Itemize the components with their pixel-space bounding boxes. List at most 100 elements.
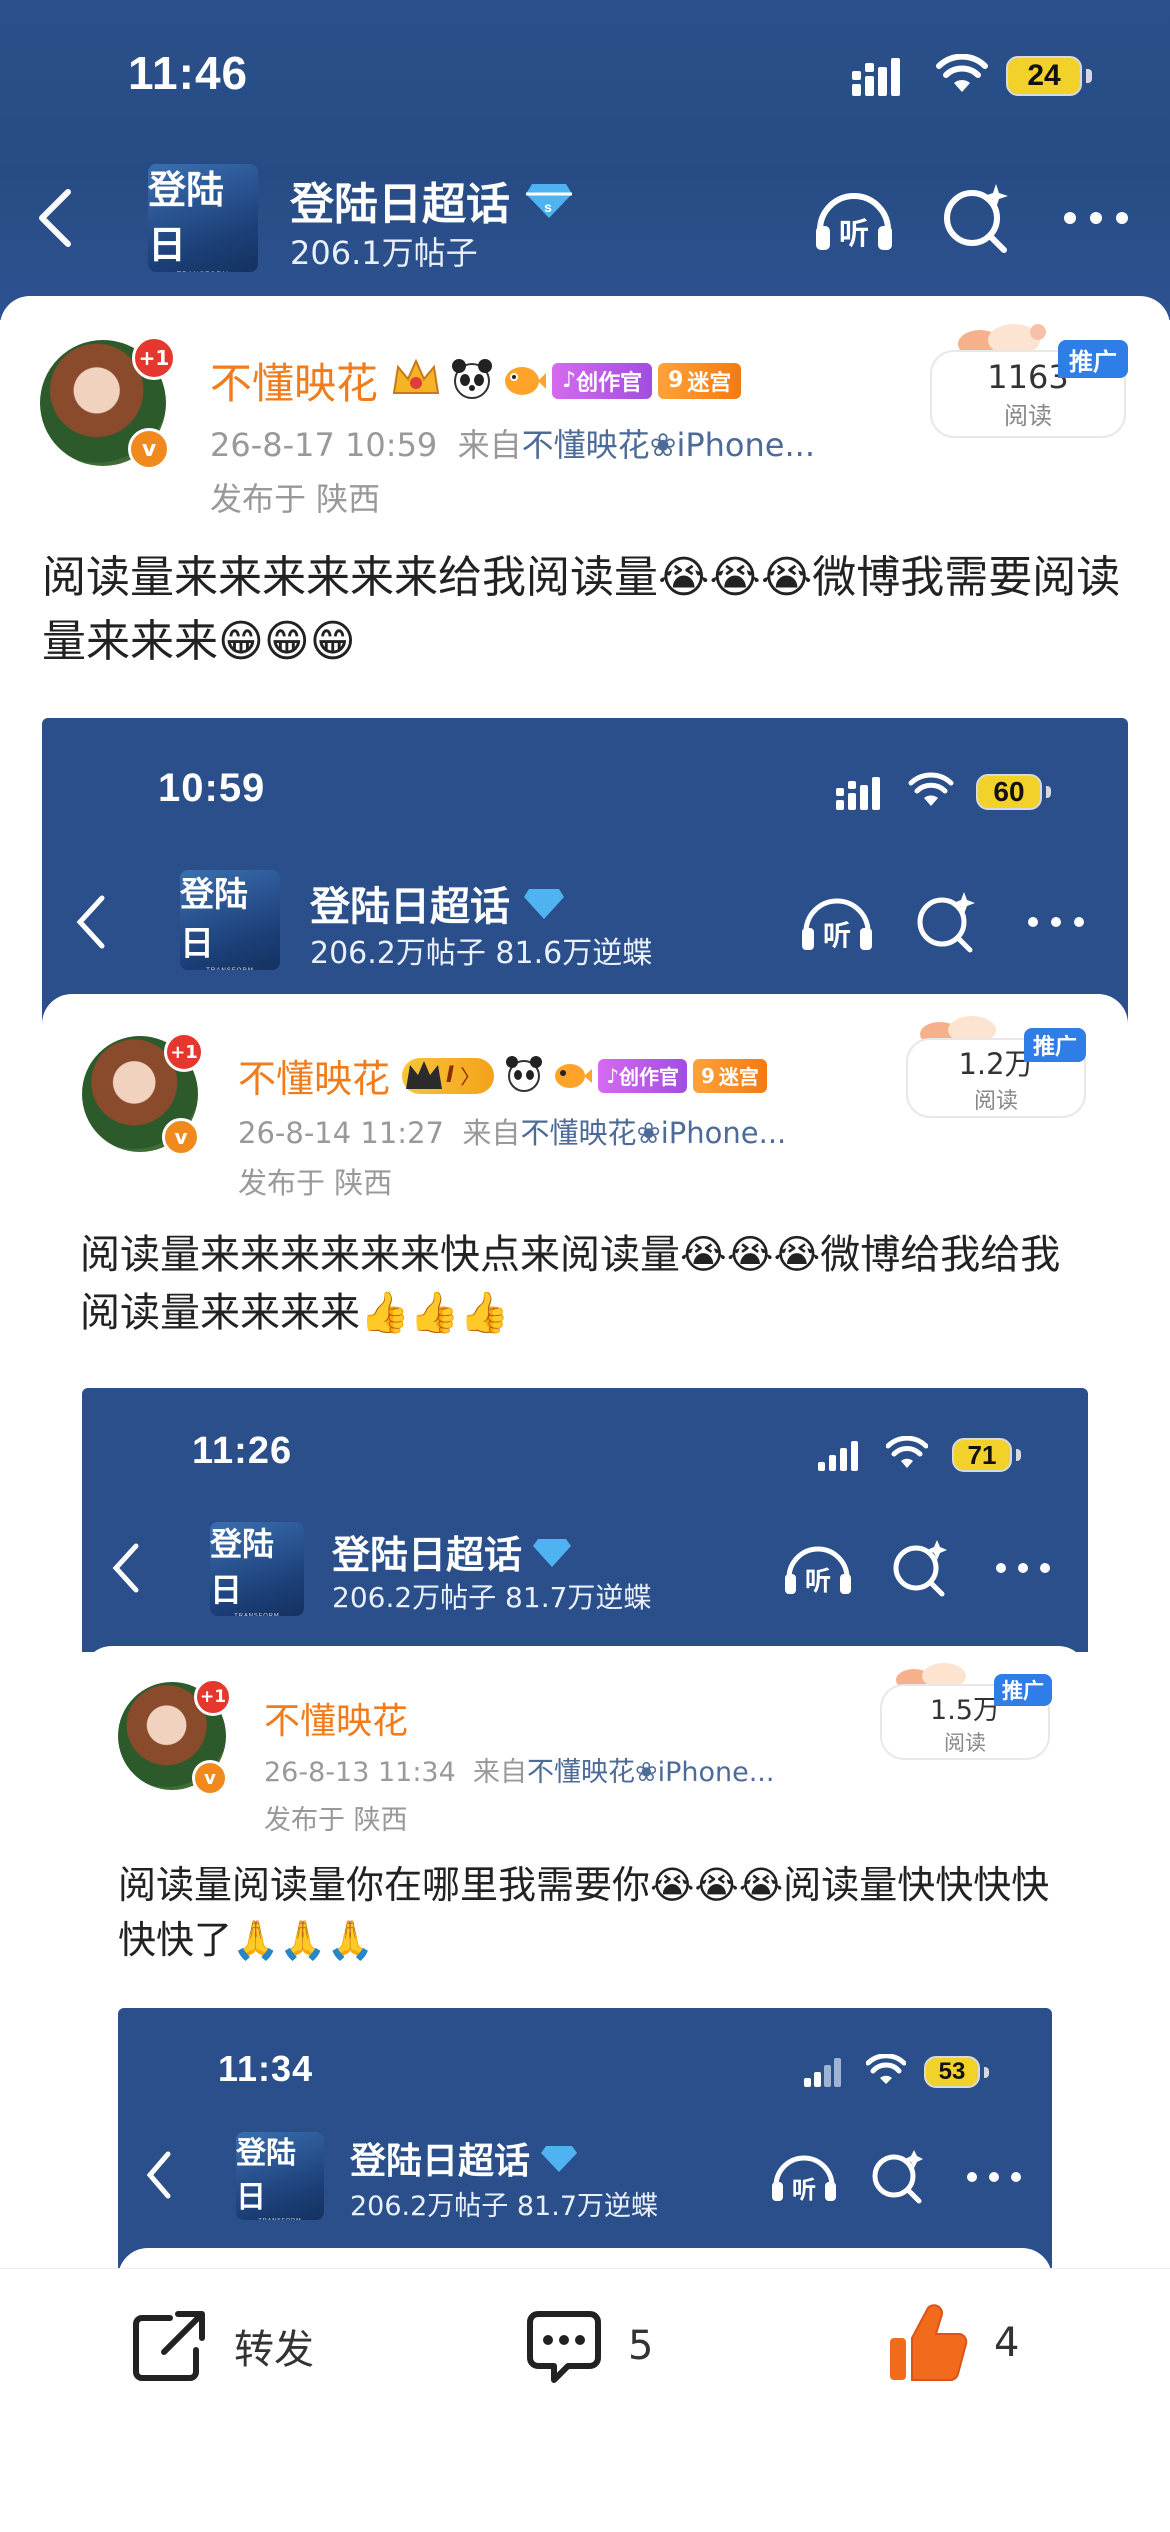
shot2-back-icon — [112, 1543, 139, 1593]
shot2-plus-badge: +1 — [194, 1678, 232, 1716]
shot1-more-icon — [1028, 917, 1084, 927]
embedded-screenshot-1[interactable]: 10:59 60 登陆日 TRANSFORM 登陆日超话 206.2万帖子 81.… — [42, 718, 1128, 2268]
shot1-creator-tag: ♪ 创作官 — [598, 1058, 687, 1093]
shot1-wifi-icon — [908, 772, 954, 806]
like-count: 4 — [994, 2320, 1020, 2366]
repost-label: 转发 — [234, 2327, 314, 2373]
like-button[interactable]: 4 — [886, 2300, 1019, 2386]
read-label: 阅读 — [1004, 401, 1052, 430]
shot1-meta: 26-8-14 11:27 来自不懂映花❀iPhone... — [238, 1116, 787, 1150]
shot1-level-badge: I 〉 — [402, 1057, 495, 1094]
shot1-promote-badge: 推广 — [1024, 1028, 1086, 1062]
shot2-signal-icon — [818, 1441, 858, 1471]
shot3-card — [118, 2248, 1052, 2268]
read-count: 1163 — [987, 357, 1069, 396]
shot1-pufferfish-icon — [550, 1054, 593, 1098]
battery-indicator: 24 — [1006, 56, 1092, 96]
shot2-post-text: 阅读量阅读量你在哪里我需要你😭😭😭阅读量快快快快快快了🙏🙏🙏 — [118, 1863, 1050, 1963]
shot2-status-time: 11:26 — [192, 1430, 293, 1472]
shot3-wifi-icon — [866, 2054, 906, 2084]
shot3-title: 登陆日超话 — [350, 2132, 578, 2184]
shot1-battery: 60 — [976, 774, 1051, 810]
shot1-location: 发布于 陕西 — [238, 1166, 393, 1200]
back-icon[interactable] — [30, 186, 80, 250]
shot3-logo: 登陆日TRANSFORM — [236, 2132, 324, 2220]
embedded-screenshot-3[interactable]: 11:34 53 登陆日TRANSFORM 登陆日超话 206.2万帖子 81.… — [118, 2008, 1052, 2268]
comment-icon — [527, 2311, 601, 2383]
shot1-subtitle: 206.2万帖子 81.6万逆蝶 — [310, 936, 653, 971]
shot1-verified-icon: v — [162, 1118, 200, 1156]
pufferfish-icon — [500, 357, 547, 405]
shot2-logo: 登陆日 TRANSFORM — [210, 1522, 304, 1616]
maze-tag[interactable]: 9 迷宫 — [658, 362, 742, 399]
wifi-icon — [936, 54, 988, 92]
post-text: 阅读量来来来来来来给我阅读量😭😭😭微博我需要阅读量来来来😁😁😁 — [42, 552, 1121, 667]
shot1-diamond-icon — [524, 889, 564, 919]
shot2-wifi-icon — [886, 1436, 928, 1468]
listen-icon[interactable]: 听 — [812, 184, 896, 254]
shot1-listen-icon: 听 — [802, 898, 872, 952]
shot2-listen-icon: 听 — [785, 1546, 851, 1597]
creator-tag[interactable]: ♪ 创作官 — [552, 362, 653, 399]
shot1-signal-icon — [836, 777, 880, 810]
shot3-signal-icon — [804, 2058, 841, 2087]
shot2-search-icon — [893, 1540, 947, 1597]
svg-text:s: s — [544, 199, 552, 215]
shot3-more-icon — [967, 2172, 1021, 2182]
diamond-badge-icon: s — [526, 184, 572, 218]
shot3-status-time: 11:34 — [218, 2048, 314, 2089]
comment-count: 5 — [628, 2323, 654, 2369]
post-meta: 26-8-17 10:59 来自不懂映花❀iPhone... — [210, 420, 815, 466]
repost-button[interactable]: 转发 — [130, 2308, 314, 2384]
svg-text:听: 听 — [839, 217, 869, 252]
status-time: 11:46 — [128, 47, 249, 99]
cellular-signal-icon — [852, 58, 900, 96]
shot3-listen-icon: 听 — [772, 2155, 836, 2204]
crown-icon — [390, 357, 442, 405]
shot3-diamond-icon — [541, 2146, 578, 2172]
topic-logo[interactable]: 登陆日TRANSFORM — [148, 164, 258, 272]
author-row: 不懂映花 ♪ 创作官 9 迷宫 — [210, 350, 742, 411]
shot2-promote-badge: 推广 — [994, 1674, 1052, 1706]
shot2-location: 发布于 陕西 — [264, 1805, 408, 1836]
shot1-search-icon — [917, 892, 975, 953]
search-sparkle-icon[interactable] — [940, 180, 1012, 256]
shot1-author-name: 不懂映花 — [238, 1057, 391, 1101]
comment-button[interactable]: 5 — [524, 2306, 653, 2386]
shot2-diamond-icon — [533, 1538, 572, 1567]
source-link[interactable]: 不懂映花❀iPhone... — [522, 426, 815, 464]
svg-text:听: 听 — [805, 1567, 831, 1597]
shot3-battery: 53 — [924, 2056, 989, 2088]
embedded-screenshot-2[interactable]: 11:26 71 登陆日 TRANSFORM 登陆日超话 206.2万帖子 81.… — [82, 1388, 1088, 2268]
promote-badge[interactable]: 推广 — [1058, 340, 1128, 378]
shot3-back-icon — [146, 2151, 171, 2199]
shot2-title: 登陆日超话 — [332, 1524, 572, 1579]
shot2-meta: 26-8-13 11:34 来自不懂映花❀iPhone... — [264, 1757, 775, 1788]
shot2-author-name: 不懂映花 — [264, 1701, 409, 1742]
shot2-subtitle: 206.2万帖子 81.7万逆蝶 — [332, 1581, 652, 1614]
topic-title[interactable]: 登陆日超话 s — [290, 168, 574, 232]
shot2-more-icon — [996, 1563, 1050, 1573]
post-location: 发布于 陕西 — [210, 480, 381, 518]
from-prefix: 来自 — [457, 426, 522, 464]
like-icon — [890, 2304, 968, 2381]
repost-icon — [133, 2311, 205, 2381]
plus-one-badge: +1 — [132, 336, 176, 380]
shot3-subtitle: 206.2万帖子 81.7万逆蝶 — [350, 2191, 658, 2222]
shot1-back-icon — [76, 895, 105, 949]
author-name[interactable]: 不懂映花 — [210, 350, 378, 411]
shot1-panda-icon — [502, 1054, 546, 1098]
verified-icon: v — [128, 428, 170, 470]
panda-icon — [448, 357, 496, 405]
topic-post-count: 206.1万帖子 — [290, 234, 478, 272]
shot1-author-row: 不懂映花 I 〉 ♪ 创作官 9 迷宫 — [238, 1048, 767, 1103]
shot1-logo: 登陆日 TRANSFORM — [180, 870, 280, 970]
battery-level: 24 — [1006, 56, 1082, 96]
shot2-battery: 71 — [952, 1438, 1021, 1472]
shot1-maze-tag: 9 迷宫 — [692, 1058, 767, 1093]
svg-text:听: 听 — [823, 919, 851, 952]
shot1-status-time: 10:59 — [158, 766, 266, 810]
post-time: 26-8-17 10:59 — [210, 426, 438, 464]
shot2-verified-icon: v — [192, 1760, 228, 1796]
more-icon[interactable] — [1062, 206, 1130, 230]
